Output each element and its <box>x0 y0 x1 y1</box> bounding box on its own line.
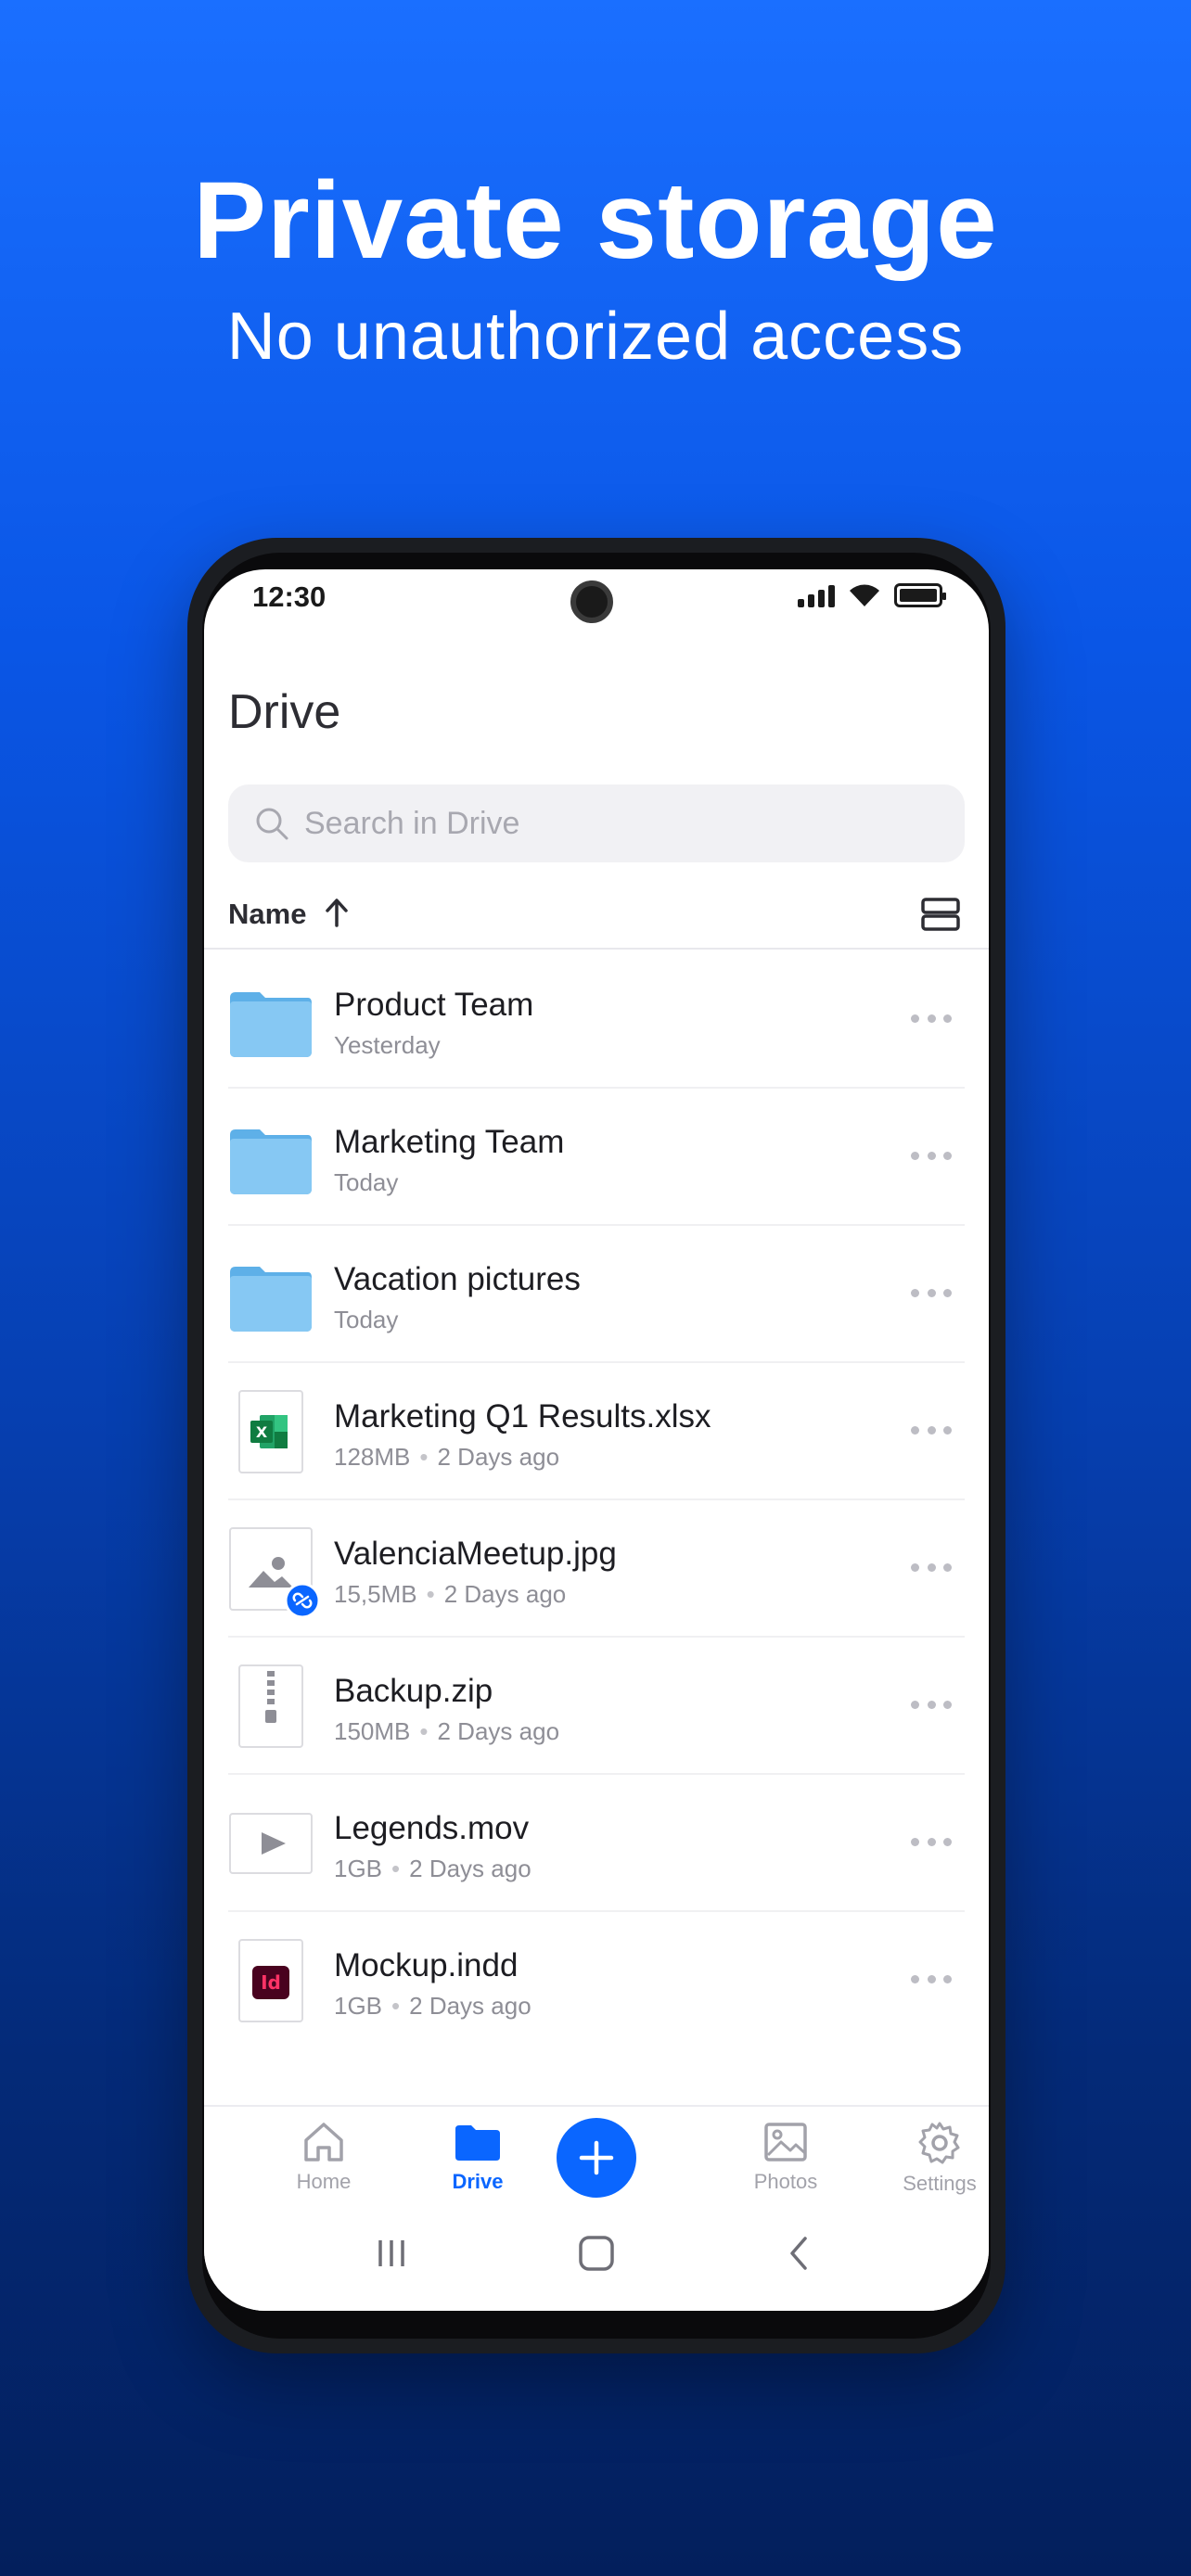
app-screen: 12:30 Drive Search in Drive Name Product… <box>204 569 989 2311</box>
file-meta: Today <box>334 1168 398 1197</box>
file-meta: 128MB • 2 Days ago <box>334 1443 559 1472</box>
file-meta: 1GB • 2 Days ago <box>334 1992 531 2021</box>
sort-row: Name <box>204 885 989 950</box>
video-file-icon <box>228 1801 314 1886</box>
file-date: 2 Days ago <box>409 1855 531 1882</box>
file-meta: 1GB • 2 Days ago <box>334 1855 531 1883</box>
gear-icon <box>918 2122 960 2164</box>
marketing-subheadline: No unauthorized access <box>226 300 965 374</box>
home-icon <box>304 2123 343 2162</box>
page-title: Drive <box>228 685 341 739</box>
search-input[interactable]: Search in Drive <box>228 784 965 862</box>
more-options-button[interactable] <box>911 1137 952 1174</box>
file-size: 150MB <box>334 1717 411 1745</box>
search-placeholder: Search in Drive <box>304 805 520 841</box>
more-options-button[interactable] <box>911 1411 952 1448</box>
file-row[interactable]: X Marketing Q1 Results.xlsx 128MB • 2 Days a… <box>204 1363 989 1500</box>
tab-settings[interactable]: Settings <box>870 2120 989 2203</box>
file-list: Product Team Yesterday Marketing Team Today… <box>204 951 989 2049</box>
home-button-icon[interactable] <box>577 2235 616 2272</box>
file-name: Backup.zip <box>334 1673 493 1709</box>
wifi-icon <box>850 584 879 606</box>
more-options-button[interactable] <box>911 1274 952 1311</box>
status-bar: 12:30 <box>204 569 989 634</box>
folder-icon <box>455 2125 500 2161</box>
svg-text:X: X <box>256 1423 268 1441</box>
more-options-button[interactable] <box>911 1823 952 1860</box>
separator-dot: • <box>419 1443 429 1471</box>
file-meta: 15,5MB • 2 Days ago <box>334 1580 566 1609</box>
file-name: Product Team <box>334 987 534 1023</box>
tab-photos[interactable]: Photos <box>716 2120 855 2203</box>
tab-drive[interactable]: Drive <box>408 2120 547 2203</box>
folder-icon <box>228 1115 314 1200</box>
list-view-toggle-icon[interactable] <box>920 896 961 933</box>
file-name: Vacation pictures <box>334 1261 581 1297</box>
more-options-button[interactable] <box>911 1549 952 1586</box>
add-button[interactable] <box>557 2118 636 2198</box>
indesign-file-icon: Id <box>228 1938 314 2023</box>
status-time: 12:30 <box>252 580 327 613</box>
search-icon <box>256 808 288 840</box>
recent-apps-icon[interactable] <box>373 2235 410 2272</box>
file-row[interactable]: Legends.mov 1GB • 2 Days ago <box>204 1775 989 1912</box>
folder-icon <box>228 1252 314 1337</box>
more-options-button[interactable] <box>911 1960 952 1997</box>
bottom-tab-bar: Home Drive Photos Settings <box>204 2105 989 2207</box>
separator-dot: • <box>391 1855 401 1882</box>
file-date: 2 Days ago <box>409 1992 531 2020</box>
folder-icon <box>228 977 314 1063</box>
file-size: 1GB <box>334 1992 383 2020</box>
tab-home[interactable]: Home <box>254 2120 393 2203</box>
file-date: Today <box>334 1306 399 1333</box>
file-row[interactable]: Product Team Yesterday <box>204 951 989 1089</box>
signal-icon <box>798 583 835 607</box>
more-options-button[interactable] <box>911 1000 952 1037</box>
file-meta: Yesterday <box>334 1031 441 1060</box>
file-name: Marketing Team <box>334 1124 565 1160</box>
tab-photos-label: Photos <box>753 2170 818 2193</box>
back-icon[interactable] <box>781 2235 818 2272</box>
front-camera <box>570 580 613 623</box>
file-date: 2 Days ago <box>443 1580 567 1608</box>
tab-settings-label: Settings <box>903 2172 977 2195</box>
file-date: Today <box>334 1168 399 1196</box>
file-row[interactable]: Vacation pictures Today <box>204 1226 989 1363</box>
battery-icon <box>894 583 946 607</box>
file-meta: Today <box>334 1306 398 1334</box>
image-file-icon <box>228 1526 321 1619</box>
more-options-button[interactable] <box>911 1686 952 1723</box>
plus-icon <box>579 2140 614 2175</box>
arrow-up-icon[interactable] <box>323 896 351 929</box>
file-name: Mockup.indd <box>334 1947 519 1983</box>
file-row[interactable]: Marketing Team Today <box>204 1089 989 1226</box>
separator-dot: • <box>426 1580 435 1608</box>
file-name: ValenciaMeetup.jpg <box>334 1536 617 1572</box>
sort-by-name-button[interactable]: Name <box>228 898 306 931</box>
excel-file-icon: X <box>228 1389 314 1474</box>
zip-file-icon <box>228 1664 314 1749</box>
file-size: 15,5MB <box>334 1580 417 1608</box>
separator-dot: • <box>391 1992 401 2020</box>
svg-text:Id: Id <box>261 1971 281 1994</box>
tab-home-label: Home <box>296 2170 352 2193</box>
status-icons <box>798 582 946 608</box>
file-row[interactable]: Id Mockup.indd 1GB • 2 Days ago <box>204 1912 989 2049</box>
tab-drive-label: Drive <box>452 2170 504 2193</box>
marketing-headline: Private storage <box>193 159 998 282</box>
file-size: 128MB <box>334 1443 411 1471</box>
system-navigation-bar <box>204 2209 989 2311</box>
file-size: 1GB <box>334 1855 383 1882</box>
photo-icon <box>764 2123 807 2162</box>
file-date: 2 Days ago <box>437 1717 560 1745</box>
file-date: Yesterday <box>334 1031 441 1059</box>
file-meta: 150MB • 2 Days ago <box>334 1717 559 1746</box>
file-name: Marketing Q1 Results.xlsx <box>334 1398 711 1435</box>
file-row[interactable]: Backup.zip 150MB • 2 Days ago <box>204 1638 989 1775</box>
separator-dot: • <box>419 1717 429 1745</box>
file-row[interactable]: ValenciaMeetup.jpg 15,5MB • 2 Days ago <box>204 1500 989 1638</box>
file-name: Legends.mov <box>334 1810 530 1846</box>
file-date: 2 Days ago <box>437 1443 560 1471</box>
